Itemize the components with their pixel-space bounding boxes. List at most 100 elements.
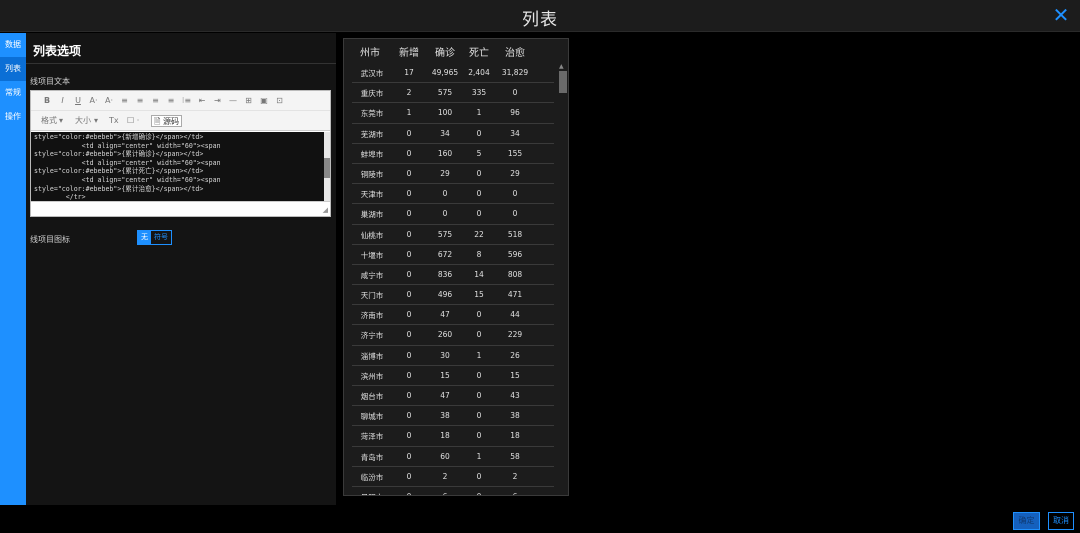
table-row: 烟台市 0 47 0 43 <box>352 386 554 407</box>
cell-deaths: 0 <box>476 471 482 481</box>
sidenav-item-data[interactable]: 数据 <box>0 33 26 57</box>
cell-deaths: 22 <box>474 229 484 239</box>
underline-button[interactable]: U <box>72 95 84 107</box>
cell-city: 烟台市 <box>360 392 384 401</box>
sidenav-item-list[interactable]: 列表 <box>0 57 26 81</box>
document-icon: 🗎 <box>154 117 161 126</box>
source-code-label: 源码 <box>162 117 179 126</box>
clear-format-button[interactable]: Tx <box>109 115 119 127</box>
align-center-button[interactable]: ≡ <box>134 95 146 107</box>
cell-city: 铜陵市 <box>360 169 384 179</box>
table-row: 蚌埠市 0 160 5 155 <box>352 144 554 164</box>
title-bar: 列表 ✕ <box>0 0 1080 32</box>
toggle-symbol[interactable]: 符号 <box>151 231 171 244</box>
image-button[interactable]: ▣ <box>258 95 270 107</box>
cell-city: 滨州市 <box>360 371 384 381</box>
cell-cured: 29 <box>510 168 520 178</box>
editor-footer: ◢ <box>31 201 330 216</box>
table-scrollbar-thumb[interactable] <box>559 71 567 93</box>
cell-new: 0 <box>406 431 412 441</box>
header-city: 州市 <box>360 48 380 59</box>
cell-cured: 0 <box>512 88 518 98</box>
cell-confirmed: 575 <box>437 88 453 98</box>
table-row: 济南市 0 47 0 44 <box>352 305 554 326</box>
close-icon[interactable]: ✕ <box>1050 4 1072 26</box>
cell-city: 东莞市 <box>360 109 384 119</box>
cell-new: 0 <box>406 209 412 219</box>
bg-color-button[interactable]: A· <box>103 95 115 107</box>
align-justify-button[interactable]: ≡ <box>165 95 177 107</box>
code-scrollbar[interactable] <box>324 132 330 201</box>
size-dropdown[interactable]: 大小 <box>75 115 91 127</box>
sidenav-item-general[interactable]: 常规 <box>0 81 26 105</box>
cell-deaths: 0 <box>476 391 482 400</box>
cancel-button[interactable]: 取消 <box>1048 512 1074 530</box>
table-body: 武汉市 17 49,965 2,404 31,829 重庆市 2 575 335 0 东莞市 1 100… <box>344 63 558 495</box>
table-header: 州市 新增 确诊 死亡 治愈 <box>344 39 558 63</box>
unordered-list-button[interactable]: ⁝≡ <box>181 95 193 107</box>
table-row: 武汉市 17 49,965 2,404 31,829 <box>352 63 554 84</box>
table-scrollbar[interactable]: ▲ <box>558 63 568 495</box>
toggle-none[interactable]: 无 <box>138 231 151 244</box>
cell-cured: 34 <box>510 128 520 138</box>
editor-toolbar-secondary: 格式 ▾ 大小 ▾ Tx ☐ · 🗎 源码 <box>31 111 330 131</box>
cell-deaths: 1 <box>476 350 482 360</box>
scroll-up-icon[interactable]: ▲ <box>559 63 564 70</box>
cell-new: 0 <box>406 229 412 239</box>
table-row: 芜湖市 0 34 0 34 <box>352 124 554 144</box>
cell-city: 天津市 <box>360 190 384 200</box>
table-row: 淄博市 0 30 1 26 <box>352 346 554 366</box>
cell-city: 武汉市 <box>360 69 384 78</box>
ok-button[interactable]: 确定 <box>1013 512 1040 530</box>
cell-confirmed: 0 <box>442 209 448 219</box>
table-row: 重庆市 2 575 335 0 <box>352 83 554 104</box>
indent-button[interactable]: ⇥ <box>212 95 224 107</box>
outdent-button[interactable]: ⇤ <box>196 95 208 107</box>
cell-new: 0 <box>406 290 412 300</box>
table-row: 仙桃市 0 575 22 518 <box>352 225 554 245</box>
font-color-button[interactable]: A· <box>88 95 100 107</box>
table-row: 天门市 0 496 15 471 <box>352 285 554 306</box>
cell-city: 十堰市 <box>360 250 384 260</box>
table-row: 天津市 0 0 0 0 <box>352 184 554 205</box>
cell-city: 淄博市 <box>360 351 384 361</box>
rich-text-editor[interactable]: B I U A· A· ≡ ≡ ≡ ≡ ⁝≡ ⇤ ⇥ — ⊞ ▣ ⊡ 格式 ▾ 大小 ▾ Tx ☐ · 🗎 源… <box>30 90 331 217</box>
align-right-button[interactable]: ≡ <box>150 95 162 107</box>
table-row: 巢湖市 0 0 0 0 <box>352 204 554 225</box>
table-row: 滨州市 0 15 0 15 <box>352 366 554 386</box>
header-cured: 治愈 <box>505 48 525 59</box>
cell-new: 0 <box>406 148 412 158</box>
cell-city: 济南市 <box>360 311 384 321</box>
list-button[interactable]: ☐ · <box>127 115 139 127</box>
bold-button[interactable]: B <box>41 95 53 107</box>
resize-grip-icon[interactable]: ◢ <box>323 206 328 214</box>
cell-confirmed: 836 <box>437 269 453 279</box>
table-row: 济宁市 0 260 0 229 <box>352 325 554 346</box>
cell-cured: 43 <box>510 391 520 400</box>
media-button[interactable]: ⊡ <box>274 95 286 107</box>
cell-cured: 155 <box>507 148 523 158</box>
source-code-area[interactable]: style="color:#ebebeb">{新增确诊}</span></td>… <box>31 132 324 201</box>
align-left-button[interactable]: ≡ <box>119 95 131 107</box>
horizontal-rule-button[interactable]: — <box>227 95 239 107</box>
cell-cured: 31,829 <box>501 68 529 77</box>
cell-cured: 596 <box>507 249 523 259</box>
item-icon-label: 线项目图标 <box>30 235 70 244</box>
cell-confirmed: 47 <box>440 391 450 400</box>
format-chevron-icon: ▾ <box>59 116 64 125</box>
sidenav-item-action[interactable]: 操作 <box>0 105 26 129</box>
header-deaths: 死亡 <box>469 48 489 59</box>
table-row: 日照市0606 <box>352 487 554 495</box>
list-preview: 州市 新增 确诊 死亡 治愈 武汉市 17 49,965 2,404 31,829 重庆市… <box>343 38 569 496</box>
cell-deaths: 335 <box>471 88 487 98</box>
italic-button[interactable]: I <box>57 95 69 107</box>
cell-confirmed: 672 <box>437 249 453 259</box>
table-button[interactable]: ⊞ <box>243 95 255 107</box>
source-code-button[interactable]: 🗎 源码 <box>151 115 182 127</box>
cell-confirmed: 6 <box>430 492 460 495</box>
format-dropdown[interactable]: 格式 <box>41 115 57 127</box>
code-scrollbar-thumb[interactable] <box>324 158 330 178</box>
table-row: 聊城市 0 38 0 38 <box>352 406 554 427</box>
cell-confirmed: 38 <box>440 411 450 421</box>
table-row: 菏泽市 0 18 0 18 <box>352 426 554 447</box>
